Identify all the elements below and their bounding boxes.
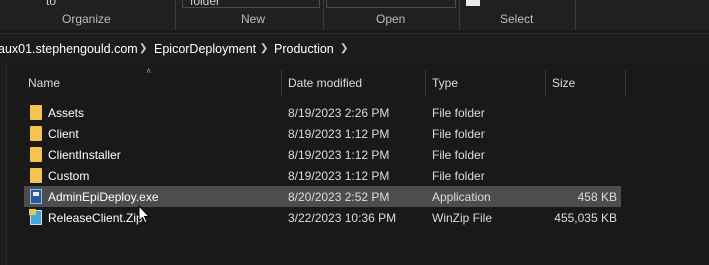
file-size: 458 KB: [577, 190, 617, 204]
file-name: ReleaseClient.Zip: [48, 211, 143, 225]
file-row[interactable]: Client 8/19/2023 1:12 PM File folder: [24, 123, 621, 144]
folder-icon: [30, 126, 42, 141]
file-type: Application: [432, 190, 491, 204]
application-icon: [30, 189, 42, 204]
column-divider[interactable]: [425, 70, 426, 97]
ribbon-divider: [459, 0, 460, 30]
group-open: Open: [376, 12, 406, 26]
file-name: Custom: [48, 169, 90, 183]
ribbon-fragment-folder: folder: [190, 0, 221, 8]
folder-icon: [30, 168, 42, 183]
ribbon-divider: [175, 0, 176, 30]
address-bar[interactable]: aux01.stephengould.com ❯ EpicorDeploymen…: [0, 33, 709, 65]
file-type: WinZip File: [432, 211, 493, 225]
column-header-type[interactable]: Type: [432, 76, 458, 90]
file-date: 8/19/2023 1:12 PM: [288, 169, 390, 183]
file-type: File folder: [432, 148, 485, 162]
breadcrumb-production[interactable]: Production: [274, 42, 334, 56]
breadcrumb-server[interactable]: aux01.stephengould.com: [0, 42, 138, 56]
chevron-right-icon[interactable]: ❯: [260, 43, 268, 54]
file-date: 8/19/2023 2:26 PM: [288, 106, 390, 120]
chevron-right-icon[interactable]: ❯: [340, 43, 348, 54]
open-button[interactable]: [326, 0, 456, 8]
column-divider[interactable]: [625, 70, 626, 97]
file-size: 455,035 KB: [554, 211, 617, 225]
file-row-selected[interactable]: AdminEpiDeploy.exe 8/20/2023 2:52 PM App…: [24, 186, 621, 207]
select-all-icon[interactable]: [466, 0, 480, 6]
file-row[interactable]: Custom 8/19/2023 1:12 PM File folder: [24, 165, 621, 186]
file-list: ˄ Name Date modified Type Size Assets 8/…: [0, 64, 709, 265]
winzip-icon: [29, 209, 42, 225]
column-header-date-modified[interactable]: Date modified: [288, 76, 362, 90]
file-name: AdminEpiDeploy.exe: [48, 190, 159, 204]
file-type: File folder: [432, 169, 485, 183]
file-date: 8/19/2023 1:12 PM: [288, 127, 390, 141]
navigation-pane-edge: [0, 64, 7, 265]
column-header-name[interactable]: Name: [28, 76, 60, 90]
sort-ascending-icon: ˄: [146, 66, 152, 76]
file-row[interactable]: Assets 8/19/2023 2:26 PM File folder: [24, 102, 621, 123]
file-type: File folder: [432, 106, 485, 120]
file-name: ClientInstaller: [48, 148, 121, 162]
file-name: Assets: [48, 106, 85, 120]
file-date: 3/22/2023 10:36 PM: [288, 211, 397, 225]
folder-icon: [30, 105, 42, 120]
group-organize: Organize: [62, 12, 111, 26]
group-new: New: [241, 12, 266, 26]
ribbon-fragment-to: to: [46, 0, 57, 8]
file-row[interactable]: ClientInstaller 8/19/2023 1:12 PM File f…: [24, 144, 621, 165]
column-divider[interactable]: [545, 70, 546, 97]
file-row[interactable]: ReleaseClient.Zip 3/22/2023 10:36 PM Win…: [24, 207, 621, 228]
mouse-cursor-icon: [138, 205, 150, 224]
ribbon-divider: [323, 0, 324, 30]
group-select: Select: [500, 12, 534, 26]
file-type: File folder: [432, 127, 485, 141]
file-date: 8/19/2023 1:12 PM: [288, 148, 390, 162]
column-header-size[interactable]: Size: [552, 76, 575, 90]
file-date: 8/20/2023 2:52 PM: [288, 190, 390, 204]
folder-icon: [30, 147, 42, 162]
ribbon-divider: [575, 0, 576, 30]
chevron-right-icon[interactable]: ❯: [139, 43, 147, 54]
file-name: Client: [48, 127, 79, 141]
ribbon: to folder Organize New Open Select: [0, 0, 709, 30]
breadcrumb-epicordeployment[interactable]: EpicorDeployment: [154, 42, 256, 56]
column-divider[interactable]: [281, 70, 282, 97]
